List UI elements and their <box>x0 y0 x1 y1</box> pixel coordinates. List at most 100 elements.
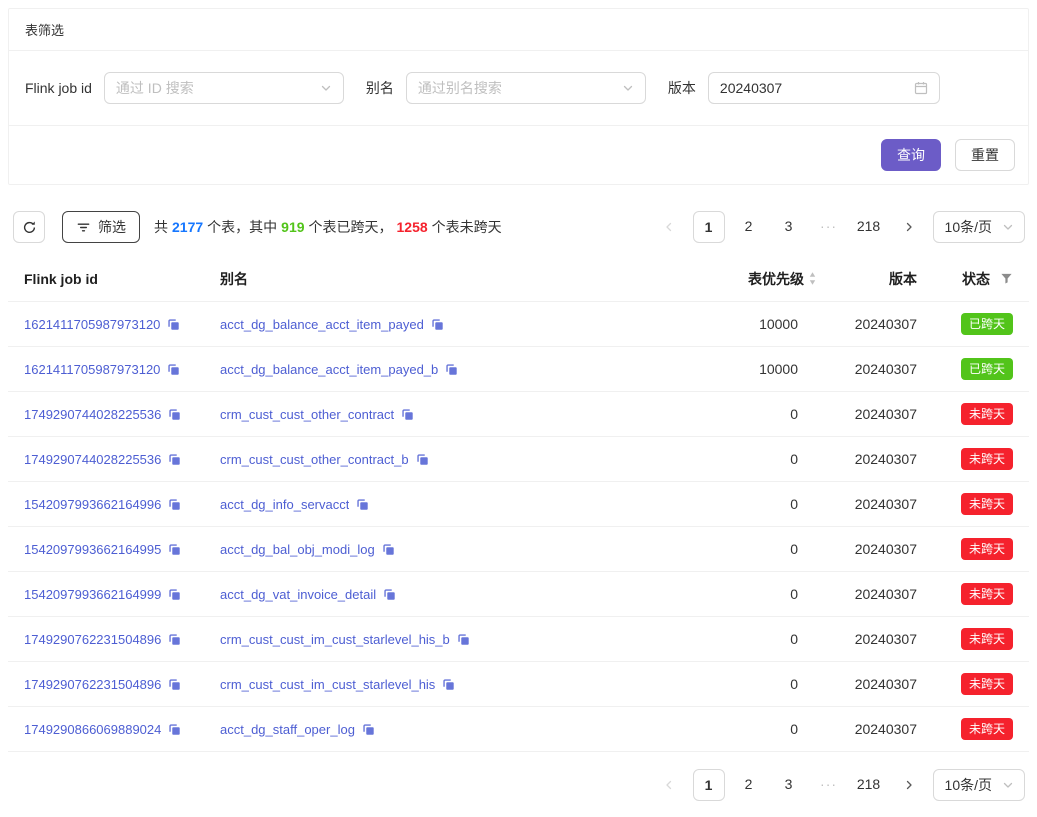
page-size-value: 10条/页 <box>945 217 992 237</box>
status-badge: 已跨天 <box>961 313 1013 335</box>
copy-icon[interactable] <box>431 318 444 331</box>
version-cell: 20240307 <box>817 541 917 557</box>
copy-icon[interactable] <box>168 633 181 646</box>
copy-icon[interactable] <box>168 498 181 511</box>
table-row: 1749290762231504896 crm_cust_cust_im_cus… <box>8 662 1029 707</box>
copy-icon[interactable] <box>168 588 181 601</box>
status-badge: 未跨天 <box>961 718 1013 740</box>
version-cell: 20240307 <box>817 586 917 602</box>
filter-item-job-id: Flink job id 通过 ID 搜索 <box>25 72 344 104</box>
job-id-label: Flink job id <box>25 80 92 96</box>
copy-icon[interactable] <box>457 633 470 646</box>
reset-button[interactable]: 重置 <box>955 139 1015 171</box>
alias-label: 别名 <box>366 78 394 98</box>
page-button-1[interactable]: 1 <box>693 769 725 801</box>
flink-job-id-link[interactable]: 1749290744028225536 <box>24 452 161 467</box>
prev-page-button[interactable] <box>653 769 685 801</box>
priority-cell: 0 <box>681 721 817 737</box>
alias-placeholder: 通过别名搜索 <box>418 78 614 98</box>
copy-icon[interactable] <box>168 408 181 421</box>
status-filter-icon[interactable] <box>1000 272 1013 285</box>
copy-icon[interactable] <box>383 588 396 601</box>
sort-icon[interactable] <box>808 271 817 286</box>
filter-item-version: 版本 20240307 <box>668 72 940 104</box>
bottom-pagination-row: 1 2 3 ··· 218 10条/页 <box>8 769 1029 801</box>
flink-job-id-link[interactable]: 1542097993662164995 <box>24 542 161 557</box>
flink-job-id-link[interactable]: 1749290762231504896 <box>24 677 161 692</box>
copy-icon[interactable] <box>362 723 375 736</box>
priority-cell: 0 <box>681 631 817 647</box>
table-row: 1749290744028225536 crm_cust_cust_other_… <box>8 437 1029 482</box>
table-row: 1542097993662164996 acct_dg_info_servacc… <box>8 482 1029 527</box>
copy-icon[interactable] <box>168 723 181 736</box>
page-button-1[interactable]: 1 <box>693 211 725 243</box>
copy-icon[interactable] <box>168 543 181 556</box>
priority-cell: 0 <box>681 541 817 557</box>
alias-link[interactable]: acct_dg_staff_oper_log <box>220 722 355 737</box>
status-badge: 未跨天 <box>961 403 1013 425</box>
filter-toggle-button[interactable]: 筛选 <box>62 211 140 243</box>
flink-job-id-link[interactable]: 1621411705987973120 <box>24 362 160 377</box>
next-page-button[interactable] <box>893 769 925 801</box>
refresh-button[interactable] <box>13 211 45 243</box>
copy-icon[interactable] <box>445 363 458 376</box>
flink-job-id-link[interactable]: 1749290744028225536 <box>24 407 161 422</box>
flink-job-id-link[interactable]: 1621411705987973120 <box>24 317 160 332</box>
alias-link[interactable]: acct_dg_balance_acct_item_payed <box>220 317 424 332</box>
copy-icon[interactable] <box>356 498 369 511</box>
alias-link[interactable]: crm_cust_cust_other_contract <box>220 407 394 422</box>
page-button-218[interactable]: 218 <box>853 769 885 801</box>
alias-link[interactable]: acct_dg_info_servacct <box>220 497 349 512</box>
page-button-2[interactable]: 2 <box>733 769 765 801</box>
col-header-version: 版本 <box>817 269 917 289</box>
filter-item-alias: 别名 通过别名搜索 <box>366 72 646 104</box>
flink-job-id-link[interactable]: 1542097993662164996 <box>24 497 161 512</box>
page-size-select[interactable]: 10条/页 <box>933 769 1025 801</box>
alias-link[interactable]: crm_cust_cust_im_cust_starlevel_his <box>220 677 435 692</box>
chevron-down-icon <box>1002 779 1014 791</box>
priority-cell: 0 <box>681 406 817 422</box>
page-button-3[interactable]: 3 <box>773 211 805 243</box>
status-badge: 未跨天 <box>961 673 1013 695</box>
alias-link[interactable]: acct_dg_vat_invoice_detail <box>220 587 376 602</box>
page-size-select[interactable]: 10条/页 <box>933 211 1025 243</box>
copy-icon[interactable] <box>168 678 181 691</box>
page-button-2[interactable]: 2 <box>733 211 765 243</box>
version-cell: 20240307 <box>817 631 917 647</box>
copy-icon[interactable] <box>167 318 180 331</box>
status-badge: 未跨天 <box>961 538 1013 560</box>
version-date-input[interactable]: 20240307 <box>708 72 940 104</box>
version-cell: 20240307 <box>817 406 917 422</box>
page-button-218[interactable]: 218 <box>853 211 885 243</box>
status-badge: 已跨天 <box>961 358 1013 380</box>
copy-icon[interactable] <box>168 453 181 466</box>
version-cell: 20240307 <box>817 676 917 692</box>
prev-page-button[interactable] <box>653 211 685 243</box>
flink-job-id-link[interactable]: 1542097993662164999 <box>24 587 161 602</box>
alias-link[interactable]: acct_dg_balance_acct_item_payed_b <box>220 362 438 377</box>
chevron-down-icon <box>1002 221 1014 233</box>
uncrossed-count: 1258 <box>397 219 428 235</box>
alias-select[interactable]: 通过别名搜索 <box>406 72 646 104</box>
query-button[interactable]: 查询 <box>881 139 941 171</box>
copy-icon[interactable] <box>401 408 414 421</box>
alias-link[interactable]: crm_cust_cust_im_cust_starlevel_his_b <box>220 632 450 647</box>
alias-link[interactable]: acct_dg_bal_obj_modi_log <box>220 542 375 557</box>
job-id-select[interactable]: 通过 ID 搜索 <box>104 72 344 104</box>
flink-job-id-link[interactable]: 1749290866069889024 <box>24 722 161 737</box>
copy-icon[interactable] <box>442 678 455 691</box>
alias-link[interactable]: crm_cust_cust_other_contract_b <box>220 452 409 467</box>
page-ellipsis[interactable]: ··· <box>813 211 845 243</box>
flink-job-id-link[interactable]: 1749290762231504896 <box>24 632 161 647</box>
priority-cell: 10000 <box>681 316 817 332</box>
version-date-value: 20240307 <box>720 80 906 96</box>
col-header-priority[interactable]: 表优先级 <box>681 269 817 289</box>
copy-icon[interactable] <box>416 453 429 466</box>
copy-icon[interactable] <box>382 543 395 556</box>
page-button-3[interactable]: 3 <box>773 769 805 801</box>
next-page-button[interactable] <box>893 211 925 243</box>
total-count: 2177 <box>172 219 203 235</box>
copy-icon[interactable] <box>167 363 180 376</box>
page-ellipsis[interactable]: ··· <box>813 769 845 801</box>
version-cell: 20240307 <box>817 496 917 512</box>
